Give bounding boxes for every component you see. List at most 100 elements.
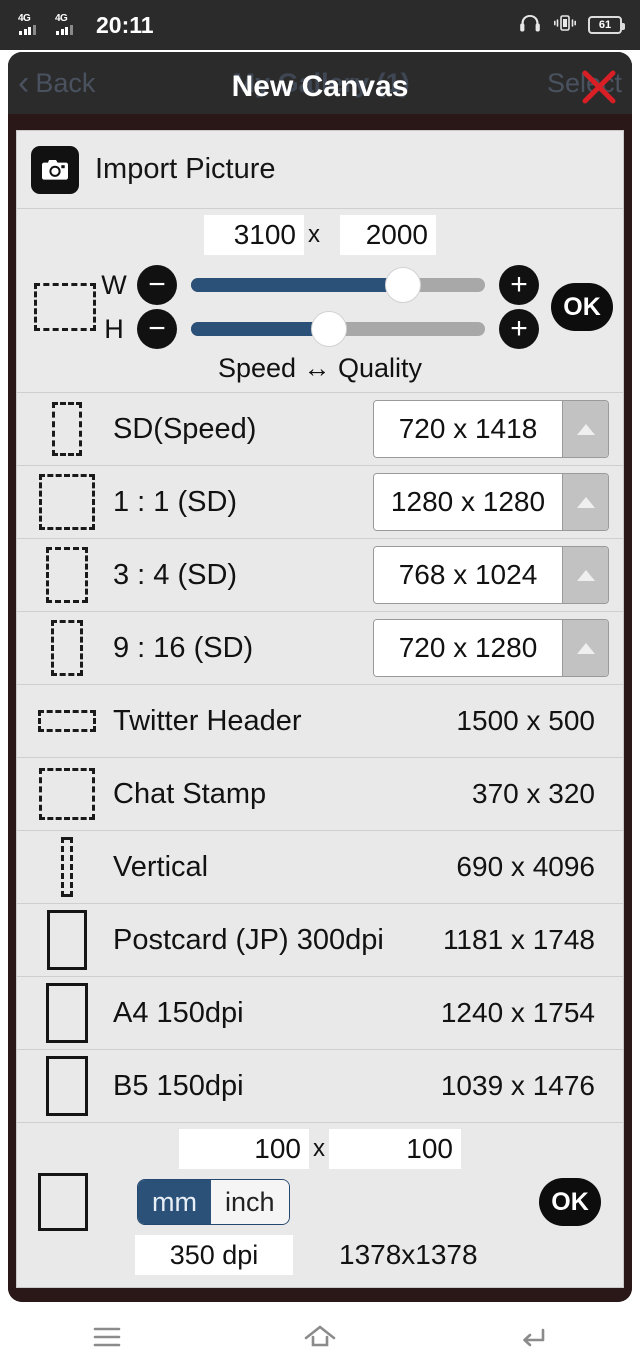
custom-ratio-preview bbox=[17, 1173, 109, 1231]
unit-toggle[interactable]: mm inch bbox=[137, 1179, 290, 1225]
width-slider-knob[interactable] bbox=[384, 267, 421, 303]
preset-row[interactable]: Vertical 690 x 4096 bbox=[17, 831, 623, 904]
custom-unit-row: mm inch OK bbox=[17, 1173, 623, 1231]
battery-icon: 61 bbox=[588, 16, 625, 34]
status-bar-clock: 20:11 bbox=[96, 11, 154, 38]
canvas-height-input[interactable]: 2000 bbox=[340, 215, 436, 255]
preset-name: SD(Speed) bbox=[113, 412, 257, 445]
unit-inch-option[interactable]: inch bbox=[210, 1180, 289, 1224]
size-inputs-row: 3100 x 2000 bbox=[17, 215, 623, 255]
preset-size-spinner[interactable]: 720 x 1280 bbox=[373, 619, 609, 677]
preset-icon-cell bbox=[29, 1056, 105, 1116]
custom-x-separator: x bbox=[313, 1135, 325, 1162]
spinner-preset-list: SD(Speed) 720 x 1418 1 : 1 (SD) 1280 x 1280… bbox=[17, 393, 623, 685]
phone-screen: 4G 4G 20:11 61 ‹ Back My Gallery (1) Sel… bbox=[0, 0, 640, 1372]
preset-size-value: 720 x 1418 bbox=[374, 401, 562, 457]
dashed-square-icon bbox=[39, 474, 95, 530]
custom-size-block: 100 x 100 mm inch OK 350 dpi 1378x1378 bbox=[17, 1123, 623, 1287]
network-type-sim2: 4G bbox=[55, 13, 68, 24]
dpi-input[interactable]: 350 dpi bbox=[135, 1235, 293, 1275]
preset-icon-cell bbox=[29, 710, 105, 732]
preset-size-value: 1240 x 1754 bbox=[440, 997, 595, 1028]
spinner-up-arrow-icon[interactable] bbox=[562, 401, 608, 457]
network-type-sim1: 4G bbox=[18, 13, 31, 24]
width-slider-fill bbox=[191, 278, 403, 292]
signal-bars-sim1 bbox=[19, 25, 36, 35]
preset-size-spinner[interactable]: 720 x 1418 bbox=[373, 400, 609, 458]
gallery-back-button[interactable]: ‹ Back bbox=[18, 66, 95, 100]
close-x-icon[interactable] bbox=[578, 66, 620, 108]
preset-row[interactable]: Twitter Header 1500 x 500 bbox=[17, 685, 623, 758]
spinner-up-arrow-icon[interactable] bbox=[562, 547, 608, 603]
preset-row[interactable]: 1 : 1 (SD) 1280 x 1280 bbox=[17, 466, 623, 539]
unit-mm-option[interactable]: mm bbox=[138, 1180, 211, 1224]
custom-height-input[interactable]: 100 bbox=[329, 1129, 461, 1169]
height-slider-fill bbox=[191, 322, 330, 336]
width-slider-row: W − + bbox=[101, 263, 539, 307]
preset-row[interactable]: B5 150dpi 1039 x 1476 bbox=[17, 1050, 623, 1123]
size-ok-button[interactable]: OK bbox=[551, 283, 613, 331]
height-slider-track[interactable] bbox=[191, 311, 485, 347]
headphone-icon bbox=[518, 13, 542, 38]
spinner-up-arrow-icon[interactable] bbox=[562, 620, 608, 676]
preset-name: Vertical bbox=[113, 850, 209, 883]
solid-portrait-icon bbox=[46, 1056, 88, 1116]
import-picture-row[interactable]: Import Picture bbox=[17, 131, 623, 209]
width-slider-track[interactable] bbox=[191, 267, 485, 303]
preset-row[interactable]: 9 : 16 (SD) 720 x 1280 bbox=[17, 612, 623, 685]
preset-row[interactable]: Postcard (JP) 300dpi 1181 x 1748 bbox=[17, 904, 623, 977]
solid-portrait-icon bbox=[47, 910, 87, 970]
gallery-toolbar: ‹ Back My Gallery (1) Select bbox=[8, 52, 632, 114]
custom-ok-button[interactable]: OK bbox=[539, 1178, 601, 1226]
height-decrement-button[interactable]: − bbox=[137, 309, 177, 349]
preset-size-value: 690 x 4096 bbox=[456, 851, 595, 882]
preset-name: Postcard (JP) 300dpi bbox=[113, 923, 384, 956]
preset-size-value: 1039 x 1476 bbox=[440, 1070, 595, 1101]
gallery-back-label: Back bbox=[35, 67, 96, 98]
size-controls-block: 3100 x 2000 W − + H − + OK Speed ↔ Quali… bbox=[17, 209, 623, 393]
menu-recents-icon[interactable] bbox=[62, 1312, 152, 1362]
preset-icon-cell bbox=[29, 547, 105, 603]
preset-icon-cell bbox=[29, 768, 105, 820]
preset-icon-cell bbox=[29, 620, 105, 676]
preset-name: 1 : 1 (SD) bbox=[113, 485, 238, 518]
height-slider-knob[interactable] bbox=[311, 311, 348, 347]
canvas-ratio-preview bbox=[29, 283, 101, 331]
signal-icon-sim2: 4G bbox=[55, 13, 83, 36]
computed-pixel-size: 1378x1378 bbox=[339, 1239, 478, 1270]
preset-size-spinner[interactable]: 1280 x 1280 bbox=[373, 473, 609, 531]
back-arrow-icon[interactable] bbox=[488, 1312, 578, 1362]
dashed-landscape-icon bbox=[34, 283, 96, 331]
home-icon[interactable] bbox=[275, 1312, 365, 1362]
dashed-tall-icon bbox=[61, 837, 73, 897]
preset-row[interactable]: 3 : 4 (SD) 768 x 1024 bbox=[17, 539, 623, 612]
preset-name: Twitter Header bbox=[113, 704, 302, 737]
dashed-portrait-icon bbox=[51, 620, 83, 676]
import-picture-label: Import Picture bbox=[95, 153, 276, 185]
preset-size-value: 370 x 320 bbox=[472, 778, 595, 809]
preset-size-spinner[interactable]: 768 x 1024 bbox=[373, 546, 609, 604]
preset-row[interactable]: Chat Stamp 370 x 320 bbox=[17, 758, 623, 831]
solid-square-icon bbox=[38, 1173, 88, 1231]
canvas-width-input[interactable]: 3100 bbox=[204, 215, 304, 255]
dashed-square-icon bbox=[39, 768, 95, 820]
preset-icon-cell bbox=[29, 474, 105, 530]
preset-name: B5 150dpi bbox=[113, 1069, 244, 1102]
speed-quality-caption: Speed ↔ Quality bbox=[217, 353, 423, 383]
slider-area: W − + H − + OK bbox=[17, 263, 623, 351]
width-decrement-button[interactable]: − bbox=[137, 265, 177, 305]
plain-preset-list: Twitter Header 1500 x 500 Chat Stamp 370 x … bbox=[17, 685, 623, 1123]
preset-row[interactable]: A4 150dpi 1240 x 1754 bbox=[17, 977, 623, 1050]
preset-name: Chat Stamp bbox=[113, 777, 267, 810]
signal-bars-sim2 bbox=[56, 25, 73, 35]
solid-portrait-icon bbox=[46, 983, 88, 1043]
preset-icon-cell bbox=[29, 910, 105, 970]
preset-row[interactable]: SD(Speed) 720 x 1418 bbox=[17, 393, 623, 466]
preset-size-value: 1500 x 500 bbox=[456, 705, 595, 736]
spinner-up-arrow-icon[interactable] bbox=[562, 474, 608, 530]
height-increment-button[interactable]: + bbox=[499, 309, 539, 349]
width-increment-button[interactable]: + bbox=[499, 265, 539, 305]
status-bar: 4G 4G 20:11 61 bbox=[0, 0, 640, 50]
system-nav-bar bbox=[0, 1302, 640, 1372]
custom-width-input[interactable]: 100 bbox=[179, 1129, 309, 1169]
